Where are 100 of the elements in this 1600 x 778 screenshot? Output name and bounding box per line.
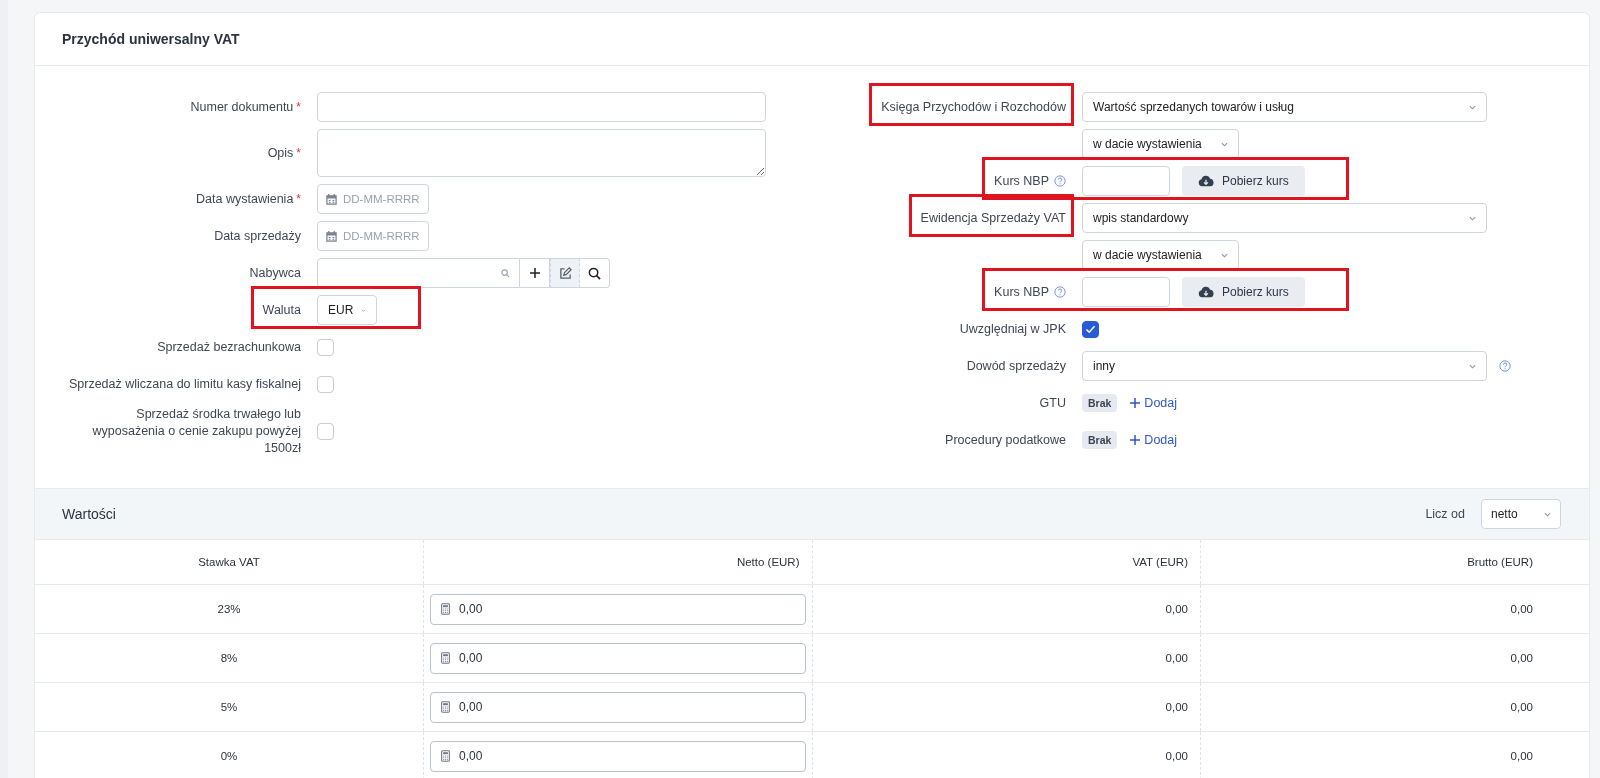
field-label: Licz od xyxy=(1425,507,1465,521)
caret-icon xyxy=(1469,104,1476,110)
add-link[interactable]: Dodaj xyxy=(1129,396,1178,410)
calculator-icon xyxy=(441,701,450,713)
select-value: netto xyxy=(1491,507,1518,521)
field-label: Kurs NBP xyxy=(994,172,1049,190)
select-field[interactable]: wpis standardowy xyxy=(1082,203,1487,233)
help-icon xyxy=(1054,286,1066,298)
add-button[interactable] xyxy=(520,258,550,288)
field-label: Dowód sprzedaży xyxy=(966,357,1066,375)
field-label: GTU xyxy=(1039,394,1066,412)
table-cell: 0,00 xyxy=(812,682,1201,732)
text-field[interactable] xyxy=(317,92,766,122)
status-badge: Brak xyxy=(1082,431,1118,449)
table-cell: 8% xyxy=(35,633,424,683)
field-label: Data wystawienia xyxy=(196,190,294,208)
column-header: VAT (EUR) xyxy=(812,540,1201,585)
field-label: Sprzedaż bezrachunkowa xyxy=(157,338,301,356)
text-area[interactable] xyxy=(317,129,766,177)
plus-icon xyxy=(1129,397,1142,409)
select-field[interactable]: netto xyxy=(1481,499,1561,529)
caret-icon xyxy=(1544,511,1551,517)
select-value: w dacie wystawienia xyxy=(1093,248,1202,262)
table-cell: 0,00 xyxy=(812,633,1201,683)
fetch-rate-button[interactable]: Pobierz kurs xyxy=(1182,277,1305,307)
cloud-download-icon xyxy=(1198,286,1214,298)
rate-field[interactable] xyxy=(1082,166,1170,196)
select-value: EUR xyxy=(328,303,354,317)
add-link[interactable]: Dodaj xyxy=(1129,433,1178,447)
cloud-download-icon xyxy=(1198,175,1214,187)
field-label: Procedury podatkowe xyxy=(945,431,1066,449)
select-field[interactable]: w dacie wystawienia xyxy=(1082,129,1239,159)
caret-icon xyxy=(1221,141,1228,147)
search-icon xyxy=(501,268,510,278)
caret-icon xyxy=(1469,215,1476,221)
field-label: Ewidencja Sprzedaży VAT xyxy=(920,209,1066,227)
caret-icon xyxy=(361,307,366,313)
calculator-icon xyxy=(441,652,450,664)
column-header: Stawka VAT xyxy=(35,540,424,585)
select-field[interactable]: EUR xyxy=(317,295,377,325)
required-asterisk: * xyxy=(296,100,301,114)
search-button[interactable] xyxy=(580,258,610,288)
edit-button[interactable] xyxy=(550,258,580,288)
edit-icon xyxy=(558,266,572,280)
fetch-rate-button[interactable]: Pobierz kurs xyxy=(1182,166,1305,196)
table-cell: 0,00 xyxy=(1200,682,1589,732)
calendar-icon xyxy=(326,193,337,205)
date-placeholder: DD-MM-RRRR xyxy=(343,193,420,205)
select-value: wpis standardowy xyxy=(1093,211,1189,225)
required-asterisk: * xyxy=(296,192,301,206)
status-badge: Brak xyxy=(1082,394,1118,412)
select-value: inny xyxy=(1093,359,1115,373)
field-label: Nabywca xyxy=(249,264,301,282)
card-title: Przychód uniwersalny VAT xyxy=(35,13,1589,66)
caret-icon xyxy=(1221,252,1228,258)
required-asterisk: * xyxy=(296,146,301,160)
select-field[interactable]: inny xyxy=(1082,351,1487,381)
table-cell: 0,00 xyxy=(812,584,1201,634)
search-icon xyxy=(588,266,601,280)
check-icon xyxy=(1085,324,1096,334)
amount-value: 0,00 xyxy=(459,700,483,714)
field-label: Data sprzedaży xyxy=(214,227,301,245)
date-placeholder: DD-MM-RRRR xyxy=(343,230,420,242)
table-cell: 0% xyxy=(35,731,424,778)
column-header: Brutto (EUR) xyxy=(1200,540,1589,585)
table-cell: 0,00 xyxy=(1200,633,1589,683)
table-cell: 0,00 xyxy=(1200,731,1589,778)
calendar-icon xyxy=(326,230,337,242)
field-label: Uwzględniaj w JPK xyxy=(959,320,1066,338)
select-value: w dacie wystawienia xyxy=(1093,137,1202,151)
amount-field[interactable]: 0,00 xyxy=(430,740,806,772)
amount-value: 0,00 xyxy=(459,749,483,763)
rate-field[interactable] xyxy=(1082,277,1170,307)
calculator-icon xyxy=(441,603,450,615)
amount-field[interactable]: 0,00 xyxy=(430,593,806,625)
select-field[interactable]: w dacie wystawienia xyxy=(1082,240,1239,270)
select-field[interactable]: Wartość sprzedanych towarów i usług xyxy=(1082,92,1487,122)
plus-icon xyxy=(1129,434,1142,446)
amount-field[interactable]: 0,00 xyxy=(430,642,806,674)
amount-value: 0,00 xyxy=(459,602,483,616)
field-label: Sprzedaż wliczana do limitu kasy fiskalnej xyxy=(68,375,301,393)
amount-value: 0,00 xyxy=(459,651,483,665)
select-value: Wartość sprzedanych towarów i usług xyxy=(1093,100,1294,114)
table-cell: 23% xyxy=(35,584,424,634)
help-icon xyxy=(1054,175,1066,187)
amount-field[interactable]: 0,00 xyxy=(430,691,806,723)
field-label: Opis xyxy=(267,144,294,162)
plus-icon xyxy=(528,267,541,279)
table-cell: 0,00 xyxy=(812,731,1201,778)
calculator-icon xyxy=(441,750,450,762)
column-header: Netto (EUR) xyxy=(423,540,812,585)
table-cell: 0,00 xyxy=(1200,584,1589,634)
caret-icon xyxy=(1469,363,1476,369)
search-field[interactable] xyxy=(317,258,520,288)
field-label: Sprzedaż środka trwałego lub wyposażenia o cenie zakupu powyżej 1500zł xyxy=(91,406,301,457)
field-label: Kurs NBP xyxy=(994,283,1049,301)
checkbox[interactable] xyxy=(1082,320,1099,338)
field-label: Waluta xyxy=(262,301,301,319)
field-label: Numer dokumentu xyxy=(190,98,294,116)
field-label: Księga Przychodów i Rozchodów xyxy=(881,98,1066,116)
